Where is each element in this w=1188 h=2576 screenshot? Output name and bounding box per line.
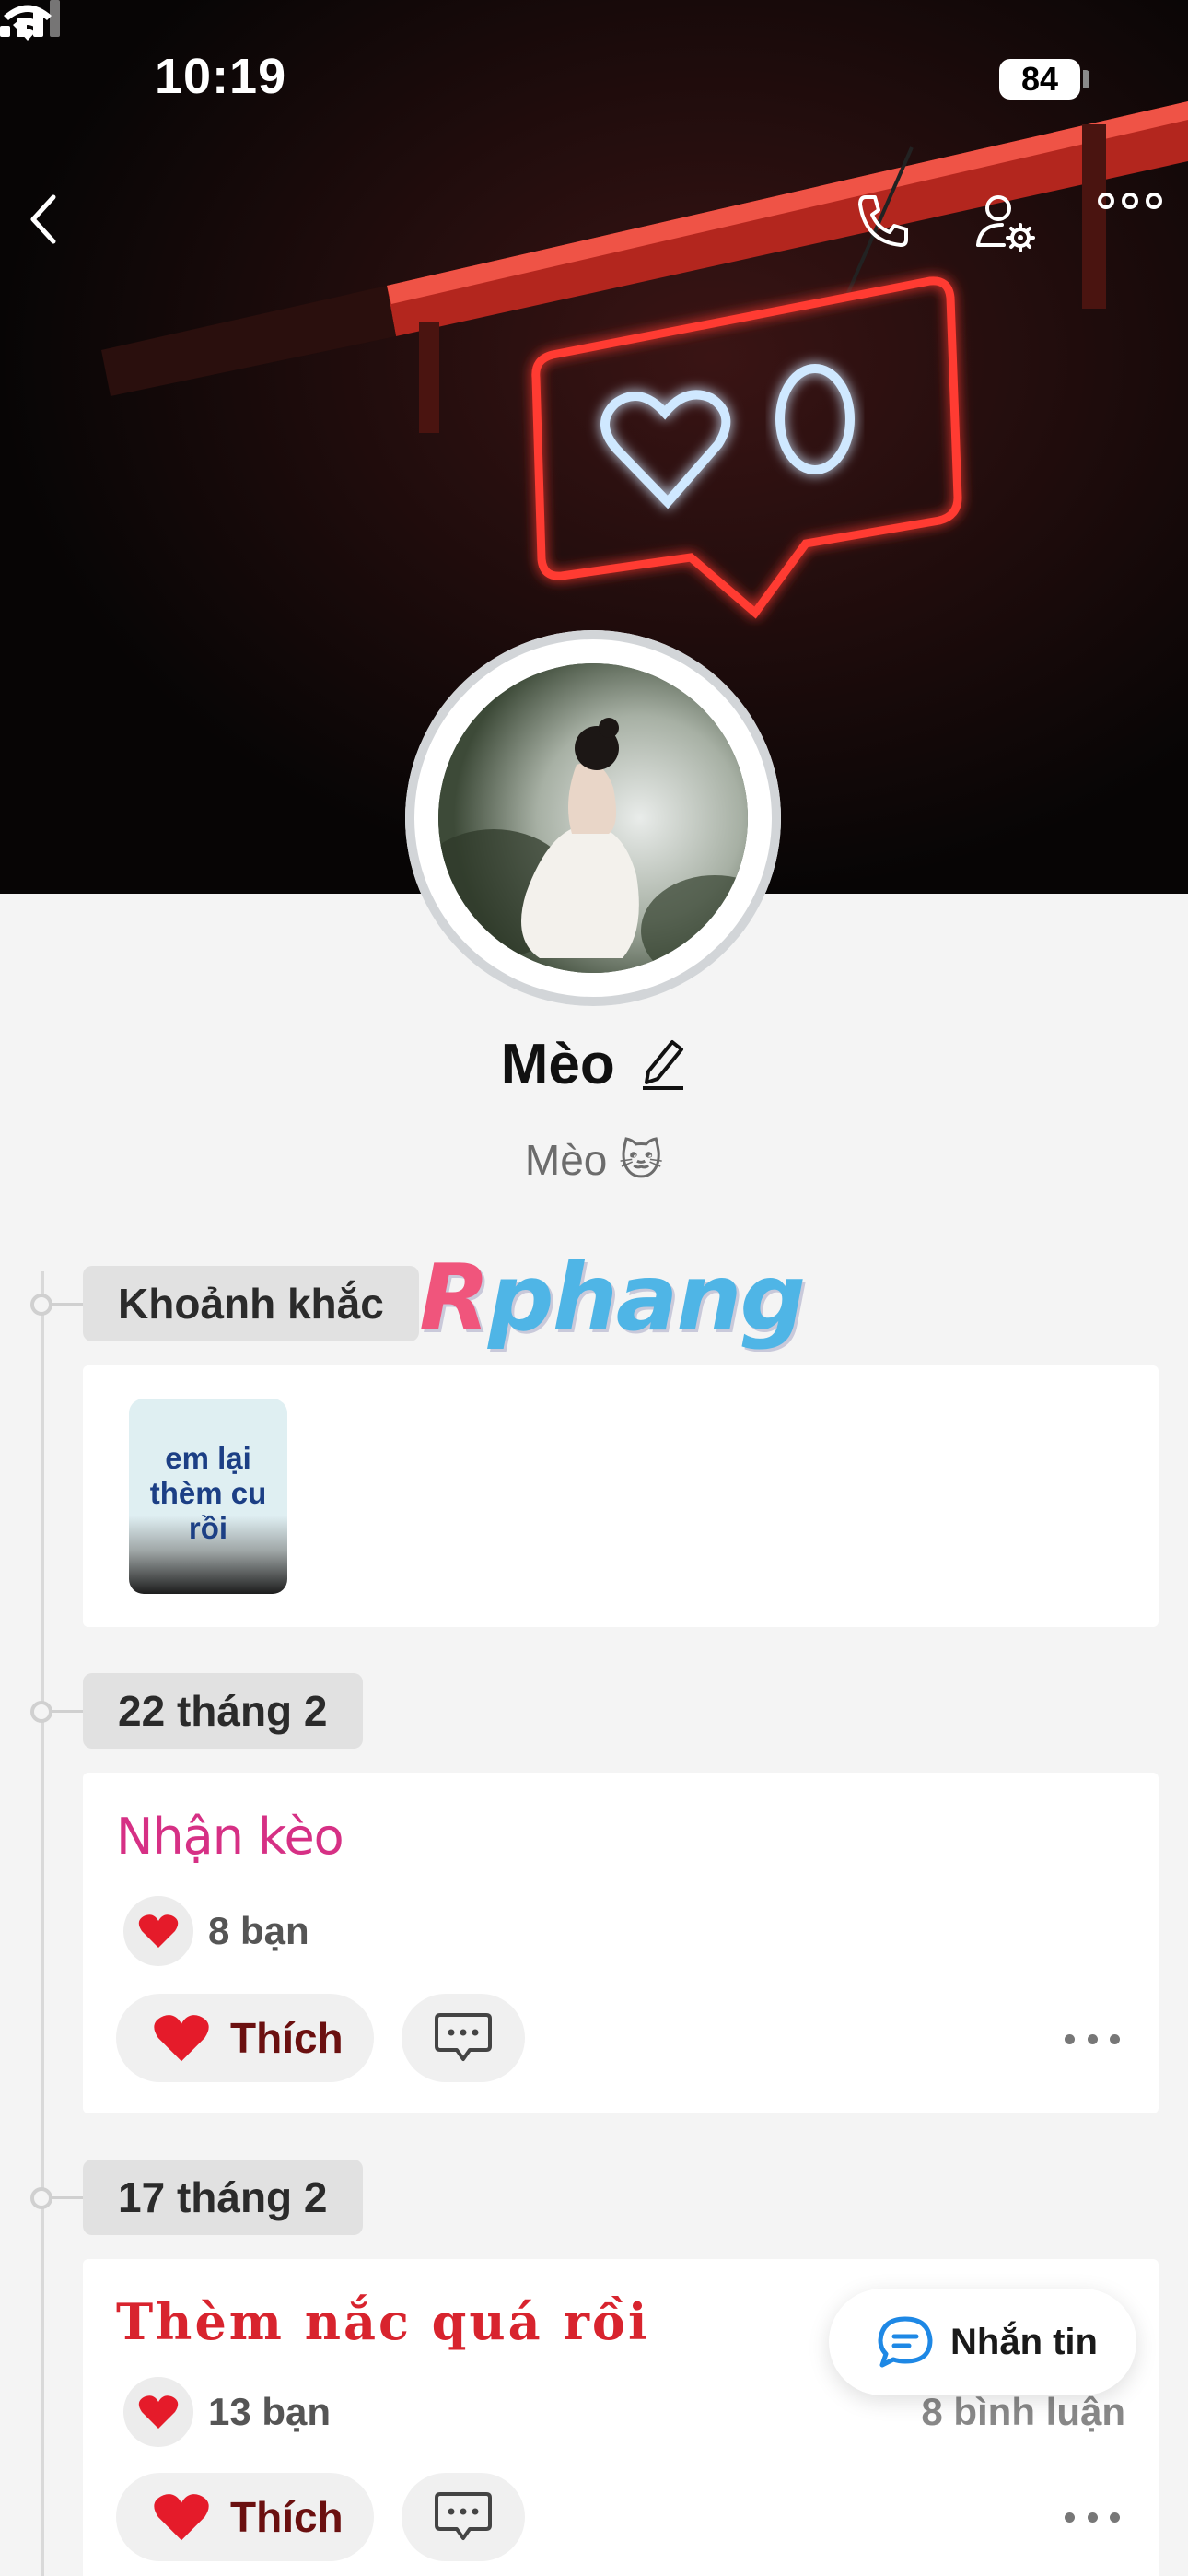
- comment-icon: [435, 2013, 492, 2061]
- heart-icon: [138, 2395, 179, 2429]
- back-button[interactable]: [26, 192, 88, 254]
- status-time: 10:19: [155, 49, 287, 104]
- status-bar: 10:19 84: [0, 0, 1188, 157]
- profile-name-row: Mèo: [0, 1032, 1188, 1097]
- battery-tip: [1083, 70, 1089, 88]
- timeline-dot: [30, 2187, 52, 2209]
- moments-label: Khoảnh khắc: [83, 1266, 419, 1341]
- timeline-connector: [52, 1303, 84, 1306]
- post-text: Thèm nắc quá rồi: [116, 2292, 650, 2351]
- heart-icon: [154, 2015, 209, 2062]
- user-settings-icon: [976, 195, 1035, 252]
- timeline-connector: [52, 1710, 84, 1713]
- wifi-icon: [4, 5, 52, 41]
- call-button[interactable]: [853, 192, 915, 254]
- moments-card: em lại thèm cu rồi: [83, 1365, 1159, 1627]
- heart-icon: [138, 1914, 179, 1948]
- post-more-button[interactable]: [1065, 2508, 1120, 2526]
- moment-thumbnail[interactable]: em lại thèm cu rồi: [129, 1399, 287, 1594]
- edit-name-button[interactable]: [637, 1035, 687, 1095]
- like-button[interactable]: Thích: [116, 2473, 374, 2561]
- more-options-button[interactable]: [1098, 192, 1162, 254]
- chevron-left-icon: [30, 194, 56, 244]
- moment-caption-line: em lại: [165, 1441, 251, 1475]
- phone-icon: [858, 195, 908, 247]
- moment-caption-line: rồi: [188, 1511, 228, 1545]
- like-button[interactable]: Thích: [116, 1994, 374, 2082]
- reaction-badge[interactable]: [123, 2377, 193, 2447]
- message-button[interactable]: Nhắn tin: [829, 2289, 1136, 2395]
- post-date-chip: 22 tháng 2: [83, 1673, 363, 1749]
- post-text: Nhận kèo: [116, 1808, 344, 1866]
- like-button-label: Thích: [230, 2493, 344, 2541]
- timeline-connector: [52, 2196, 84, 2199]
- profile-settings-button[interactable]: [974, 192, 1037, 254]
- timeline-dot: [30, 1701, 52, 1723]
- timeline-line: [41, 1271, 44, 2576]
- profile-name: Mèo: [500, 1033, 615, 1096]
- comment-icon: [435, 2492, 492, 2540]
- heart-icon: [154, 2494, 209, 2541]
- profile-page: 10:19 84 Mèo Mèo 🐱 Khoảnh khắc Rphang em…: [0, 0, 1188, 2576]
- reaction-badge[interactable]: [123, 1896, 193, 1966]
- profile-bio: Mèo 🐱: [524, 1136, 664, 1184]
- watermark-logo: Rphang: [419, 1244, 806, 1352]
- battery-icon: 84: [999, 59, 1080, 100]
- avatar-photo: [438, 663, 748, 973]
- post-card[interactable]: Nhận kèo 8 bạn Thích: [83, 1773, 1159, 2113]
- message-button-label: Nhắn tin: [950, 2321, 1098, 2362]
- timeline-dot: [30, 1294, 52, 1316]
- comment-button[interactable]: [402, 2473, 525, 2561]
- likes-count[interactable]: 8 bạn: [208, 1909, 309, 1953]
- comment-button[interactable]: [402, 1994, 525, 2082]
- avatar[interactable]: [438, 663, 748, 973]
- likes-count[interactable]: 13 bạn: [208, 2390, 331, 2434]
- pencil-icon: [643, 1040, 684, 1090]
- like-button-label: Thích: [230, 2014, 344, 2062]
- moment-caption: em lại thèm cu rồi: [129, 1441, 287, 1546]
- post-more-button[interactable]: [1065, 2030, 1120, 2048]
- moment-caption-line: thèm cu: [149, 1476, 267, 1510]
- more-horizontal-icon: [1098, 193, 1162, 209]
- comments-count[interactable]: 8 bình luận: [921, 2390, 1125, 2434]
- post-date-chip: 17 tháng 2: [83, 2160, 363, 2235]
- chat-bubble-icon: [878, 2316, 933, 2368]
